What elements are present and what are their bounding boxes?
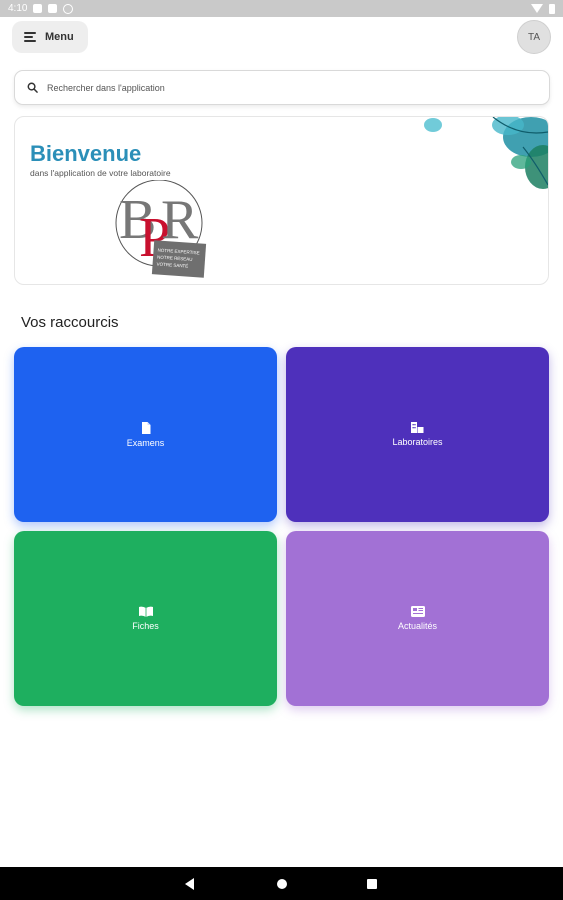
menu-button[interactable]: Menu	[12, 21, 88, 53]
banner-subtitle: dans l'application de votre laboratoire	[30, 168, 171, 178]
shortcut-label: Examens	[126, 437, 165, 448]
home-icon[interactable]	[277, 879, 287, 889]
status-time: 4:10	[8, 3, 28, 14]
navigation-bar	[0, 867, 563, 900]
shortcut-label: Actualités	[397, 621, 438, 631]
book-icon	[138, 606, 153, 617]
search-bar[interactable]	[14, 70, 550, 105]
news-icon	[410, 606, 425, 617]
wifi-icon	[531, 4, 543, 13]
shortcut-label: Laboratoires	[392, 437, 443, 447]
laboratory-icon	[411, 422, 424, 433]
search-icon	[27, 82, 38, 93]
sync-icon	[63, 3, 74, 14]
shortcut-fiches[interactable]: Fiches	[14, 531, 277, 706]
menu-label: Menu	[45, 31, 74, 43]
shortcuts-title: Vos raccourcis	[21, 314, 119, 331]
battery-icon	[549, 3, 555, 14]
shortcut-actualites[interactable]: Actualités	[286, 531, 549, 706]
status-bar: 4:10	[0, 0, 563, 17]
welcome-banner: Bienvenue dans l'application de votre la…	[14, 116, 549, 285]
hamburger-icon	[24, 32, 36, 42]
search-input[interactable]	[47, 82, 517, 93]
avatar-initials: TA	[527, 31, 541, 43]
status-right	[531, 3, 555, 14]
shortcut-label: Fiches	[132, 621, 159, 631]
notification-icon	[33, 4, 43, 13]
back-icon[interactable]	[185, 878, 195, 890]
leaves-decoration	[424, 117, 548, 189]
banner-title: Bienvenue	[30, 141, 142, 166]
document-icon	[141, 421, 150, 434]
laboratory-logo: B P R NOTRE EXPERTISE NOTRE RÉSEAU VOTRE…	[115, 180, 207, 278]
storage-icon	[48, 4, 58, 13]
status-left: 4:10	[8, 3, 74, 14]
shortcut-examens[interactable]: Examens	[14, 347, 277, 522]
recent-apps-icon[interactable]	[367, 879, 377, 889]
avatar[interactable]: TA	[517, 20, 551, 54]
shortcut-laboratoires[interactable]: Laboratoires	[286, 347, 549, 522]
